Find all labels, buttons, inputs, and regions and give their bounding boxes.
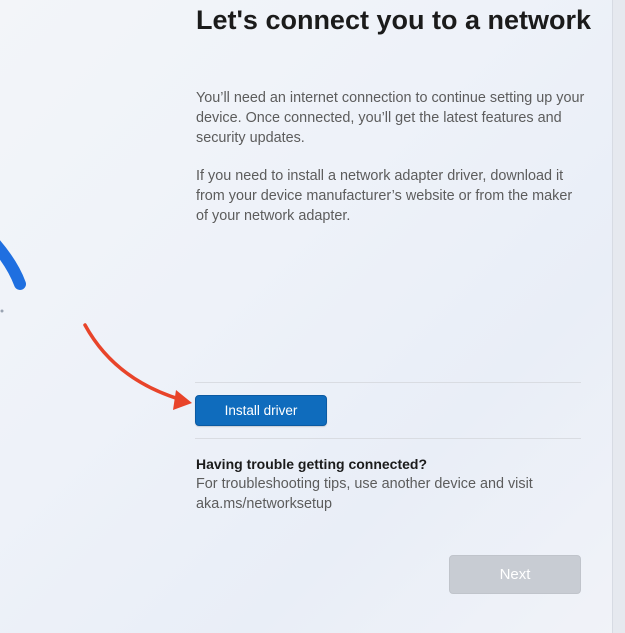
help-text: For troubleshooting tips, use another de…: [196, 476, 533, 512]
window-edge: [612, 0, 625, 633]
install-driver-button[interactable]: Install driver: [195, 395, 327, 426]
next-button[interactable]: Next: [449, 555, 581, 594]
red-arrow-icon: [83, 323, 192, 410]
setup-content: Let's connect you to a network You’ll ne…: [190, 0, 612, 633]
connection-info-text: You’ll need an internet connection to co…: [196, 90, 585, 146]
divider: [195, 382, 581, 383]
driver-info-text: If you need to install a network adapter…: [196, 168, 573, 224]
help-title: Having trouble getting connected?: [196, 456, 428, 472]
page-title: Let's connect you to a network: [196, 5, 591, 35]
divider: [195, 438, 581, 439]
